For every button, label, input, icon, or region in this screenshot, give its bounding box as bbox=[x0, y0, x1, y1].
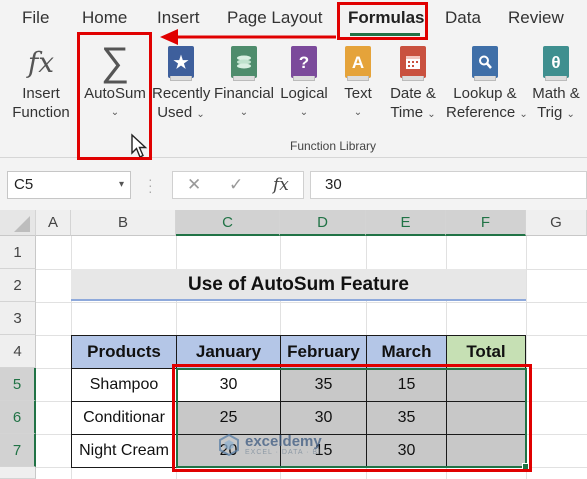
fx-icon: fx bbox=[27, 45, 55, 79]
search-book-icon bbox=[446, 44, 524, 81]
column-header-e[interactable]: E bbox=[366, 210, 446, 236]
text-button[interactable]: A Text ⌄ bbox=[336, 38, 380, 122]
watermark-tagline: EXCEL · DATA · BI bbox=[245, 449, 321, 456]
recently-used-label-1: Recently bbox=[152, 85, 211, 102]
chevron-down-icon: ⌄ bbox=[196, 109, 205, 120]
enter-check-icon[interactable]: ✓ bbox=[229, 175, 243, 195]
date-time-label-2: Time bbox=[390, 104, 424, 121]
tab-insert[interactable]: Insert bbox=[157, 8, 200, 28]
money-book-icon bbox=[212, 44, 276, 81]
tab-file[interactable]: File bbox=[22, 8, 49, 28]
math-trig-label-1: Math & bbox=[532, 85, 580, 102]
row-header-8[interactable] bbox=[0, 467, 36, 479]
math-trig-button[interactable]: θ Math & Trig ⌄ bbox=[528, 38, 584, 124]
chevron-down-icon: ⌄ bbox=[427, 109, 436, 120]
text-label: Text bbox=[344, 85, 372, 102]
math-trig-label-2: Trig bbox=[537, 104, 563, 121]
chevron-down-icon: ⌄ bbox=[353, 107, 363, 118]
row-header-2[interactable]: 2 bbox=[0, 269, 36, 302]
formula-input[interactable]: 30 bbox=[310, 171, 587, 199]
exceldemy-logo-icon bbox=[219, 433, 239, 457]
tab-page-layout[interactable]: Page Layout bbox=[227, 8, 322, 28]
chevron-down-icon[interactable]: ▾ bbox=[119, 179, 124, 190]
row-header-5[interactable]: 5 bbox=[0, 368, 36, 401]
insert-function-icon[interactable]: fx bbox=[273, 175, 289, 195]
tab-review[interactable]: Review bbox=[508, 8, 564, 28]
watermark-name: exceldemy bbox=[245, 433, 322, 450]
formula-bar-resize-handle[interactable]: · · · bbox=[148, 172, 153, 198]
lookup-label-1: Lookup & bbox=[453, 85, 517, 102]
select-all-corner[interactable] bbox=[0, 210, 36, 236]
row-header-1[interactable]: 1 bbox=[0, 236, 36, 269]
formula-bar-buttons: ✕ ✓ fx bbox=[172, 171, 304, 199]
chevron-down-icon: ⌄ bbox=[519, 109, 528, 120]
recently-used-label-2: Used bbox=[157, 104, 193, 121]
question-book-icon: ? bbox=[278, 44, 330, 81]
tab-home[interactable]: Home bbox=[82, 8, 127, 28]
date-time-label-1: Date & bbox=[390, 85, 436, 102]
lookup-reference-button[interactable]: Lookup & Reference ⌄ bbox=[446, 38, 528, 124]
highlight-autosum-button bbox=[77, 32, 152, 160]
name-box-value: C5 bbox=[14, 176, 34, 193]
chevron-down-icon: ⌄ bbox=[566, 109, 575, 120]
function-library-group-label: Function Library bbox=[290, 139, 377, 153]
formula-bar: C5 ▾ · · · ✕ ✓ fx 30 bbox=[0, 158, 587, 210]
insert-function-button[interactable]: fx Insert Function bbox=[8, 38, 74, 122]
text-book-icon: A bbox=[336, 44, 380, 81]
column-header-g[interactable]: G bbox=[526, 210, 587, 236]
column-header-d[interactable]: D bbox=[280, 210, 366, 236]
watermark: exceldemy EXCEL · DATA · BI bbox=[217, 433, 322, 457]
name-box[interactable]: C5 ▾ bbox=[7, 171, 131, 199]
cell-product[interactable]: Shampoo bbox=[71, 368, 177, 402]
recently-used-button[interactable]: ★ Recently Used ⌄ bbox=[152, 38, 210, 124]
insert-function-label-1: Insert bbox=[22, 85, 60, 102]
highlight-formulas-tab bbox=[337, 2, 428, 40]
star-book-icon: ★ bbox=[152, 44, 210, 81]
calendar-book-icon bbox=[384, 44, 442, 81]
gridline bbox=[36, 302, 587, 303]
column-header-a[interactable]: A bbox=[36, 210, 71, 236]
tab-data[interactable]: Data bbox=[445, 8, 481, 28]
row-header-3[interactable]: 3 bbox=[0, 302, 36, 335]
sheet-title[interactable]: Use of AutoSum Feature bbox=[71, 269, 526, 301]
financial-button[interactable]: Financial ⌄ bbox=[212, 38, 276, 122]
column-header-b[interactable]: B bbox=[71, 210, 176, 236]
lookup-label-2: Reference bbox=[446, 104, 516, 121]
row-header-4[interactable]: 4 bbox=[0, 335, 36, 368]
financial-label: Financial bbox=[213, 85, 275, 102]
logical-label: Logical bbox=[280, 85, 328, 102]
column-header-f[interactable]: F bbox=[446, 210, 526, 236]
chevron-down-icon: ⌄ bbox=[239, 107, 249, 118]
insert-function-label-2: Function bbox=[12, 104, 70, 121]
arrow-icon bbox=[160, 29, 336, 45]
row-header-6[interactable]: 6 bbox=[0, 401, 36, 434]
logical-button[interactable]: ? Logical ⌄ bbox=[278, 38, 330, 122]
theta-book-icon: θ bbox=[528, 44, 584, 81]
cancel-icon[interactable]: ✕ bbox=[187, 175, 201, 195]
cell-product[interactable]: Conditionar bbox=[71, 401, 177, 435]
cell-product[interactable]: Night Cream bbox=[71, 434, 177, 468]
column-header-c[interactable]: C bbox=[176, 210, 280, 236]
date-time-button[interactable]: Date & Time ⌄ bbox=[384, 38, 442, 124]
chevron-down-icon: ⌄ bbox=[299, 107, 309, 118]
row-header-7[interactable]: 7 bbox=[0, 434, 36, 467]
header-products[interactable]: Products bbox=[71, 335, 177, 369]
